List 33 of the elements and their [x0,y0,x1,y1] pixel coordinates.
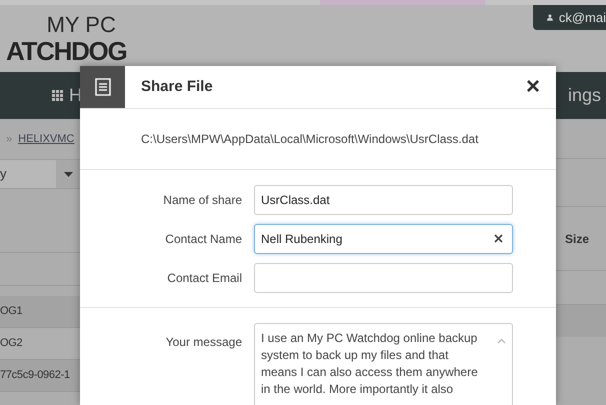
field-label: Name of share [162,192,243,208]
grid-icon [52,90,63,101]
filter-dropdown[interactable]: y [0,159,80,189]
text-field[interactable]: Nell Rubenking [254,224,513,254]
document-icon [94,78,110,96]
user-icon [547,12,553,23]
table-row[interactable]: OG1 [0,296,80,328]
breadcrumb-separator: » [6,132,12,147]
scroll-up-icon[interactable] [497,338,506,344]
text-field[interactable] [254,262,513,292]
field-label: Contact Email [166,270,243,286]
user-badge[interactable]: ck@mai [533,5,606,30]
clear-icon[interactable] [494,234,503,242]
user-email: ck@mai [558,8,606,27]
dialog-title: Share File [140,76,214,97]
file-name: 77c5c9-0962-1 [0,368,70,384]
message-text: I use an My PC Watchdog online backup system to back up my files and that means I can also access them anywhere in the world. More importantly it also [261,330,479,398]
field-label: Your message [164,334,243,351]
message-field[interactable]: I use an My PC Watchdog online backup system to back up my files and that means I can also access them anywhere in the world. More importantly it also [254,323,513,405]
column-header[interactable]: Size [565,230,590,248]
file-path: C:\Users\MPW\AppData\Local\Microsoft\Windows\UsrClass.dat [141,131,478,148]
caret-icon [64,172,72,176]
nav-item[interactable]: ings [568,82,601,109]
logo-text: MY PC [46,13,116,37]
file-name: OG2 [0,336,22,352]
table-row[interactable] [556,305,606,337]
breadcrumb-link[interactable]: HELIXVMC [18,130,74,148]
logo-text: ATCHDOG [5,37,126,65]
table-row[interactable]: 77c5c9-0962-1 [0,360,80,392]
close-button[interactable]: × [510,66,556,108]
file-name: OG1 [0,304,22,320]
field-label: Contact Name [164,230,243,248]
text-field[interactable]: UsrClass.dat [254,184,513,214]
